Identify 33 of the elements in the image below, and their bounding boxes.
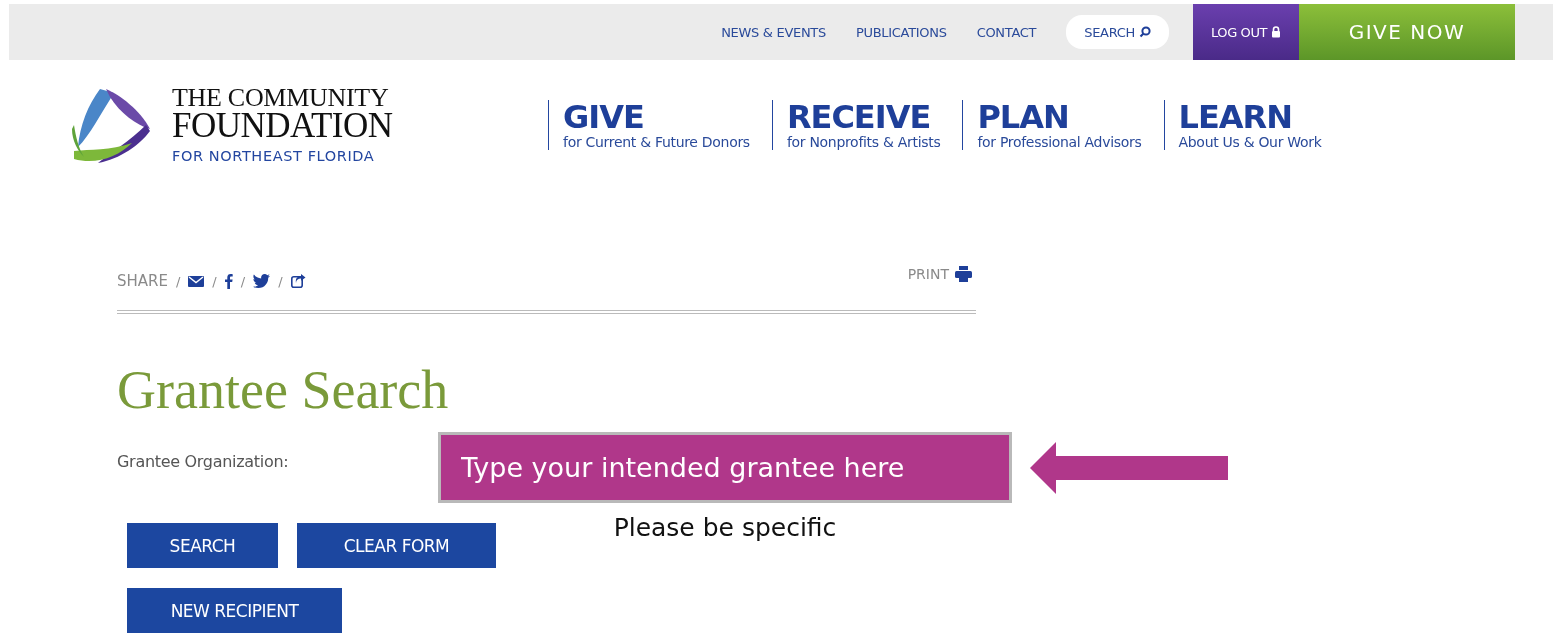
logo-tagline: FOR NORTHEAST FLORIDA [172,148,376,164]
printer-icon [955,266,972,282]
top-nav-link[interactable]: NEWS & EVENTS [721,24,826,40]
separator-text: / [240,273,246,289]
page-title: Grantee Search [117,360,450,420]
search-icon [1139,26,1151,38]
print-link[interactable]: PRINT [907,266,972,282]
search-button[interactable]: SEARCH [1066,15,1169,49]
top-nav-link[interactable]: PUBLICATIONS [855,24,947,40]
logo-text: THE COMMUNITY [172,86,390,110]
separator-text: / [212,273,217,289]
email-icon[interactable] [188,275,205,287]
lock-icon [1271,26,1282,38]
share-label: SHARE [117,272,168,290]
separator-text: / [278,273,283,289]
top-nav-link[interactable]: CONTACT [976,24,1037,40]
field-label: Grantee Organization: [117,452,290,471]
main-nav-item[interactable]: RECEIVE for Nonprofits & Artists [771,100,955,150]
new-recipient-button[interactable]: NEW RECIPIENT [127,588,342,633]
clear-form-button[interactable]: CLEAR FORM [297,523,496,568]
input-field[interactable]: Type your intended grantee here [438,432,1012,503]
search-button[interactable]: SEARCH [127,523,278,568]
share-icon[interactable] [290,274,306,288]
logo-text: FOUNDATION [172,110,393,142]
arrow-icon [1030,442,1228,494]
main-nav-item[interactable]: GIVE for Current & Future Donors [548,100,764,150]
note-text: Please be specific [613,513,837,542]
separator-text: / [175,273,181,289]
bird-icon[interactable] [253,274,271,288]
main-nav-item[interactable]: LEARN About Us & Our Work [1163,100,1336,150]
main-nav-item[interactable]: PLAN for Professional Advisors [962,100,1156,150]
facebook-icon[interactable] [224,273,233,289]
log-out-button[interactable]: LOG OUT [1193,4,1299,60]
